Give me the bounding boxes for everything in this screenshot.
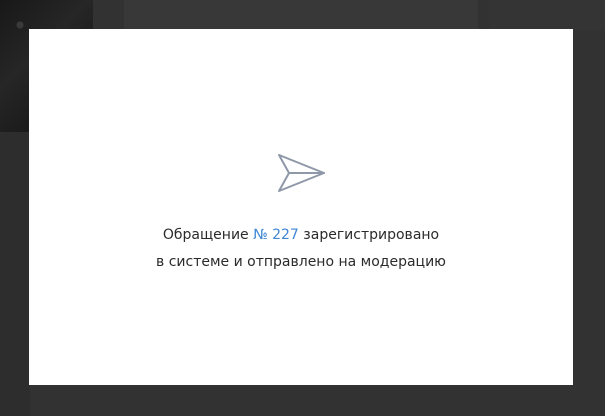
ticket-number: № 227: [253, 227, 299, 243]
message-suffix: зарегистрировано: [298, 227, 440, 243]
message-line-1: Обращение № 227 зарегистрировано: [29, 222, 573, 249]
message-line-2: в системе и отправлено на модерацию: [156, 254, 446, 270]
background-panel: [0, 132, 30, 416]
confirmation-message: Обращение № 227 зарегистрировано в систе…: [29, 222, 573, 276]
send-icon: [276, 152, 326, 194]
message-prefix: Обращение: [162, 227, 254, 243]
confirmation-modal: Обращение № 227 зарегистрировано в систе…: [29, 29, 573, 385]
background-card: [490, 0, 605, 30]
background-card: [124, 0, 478, 30]
